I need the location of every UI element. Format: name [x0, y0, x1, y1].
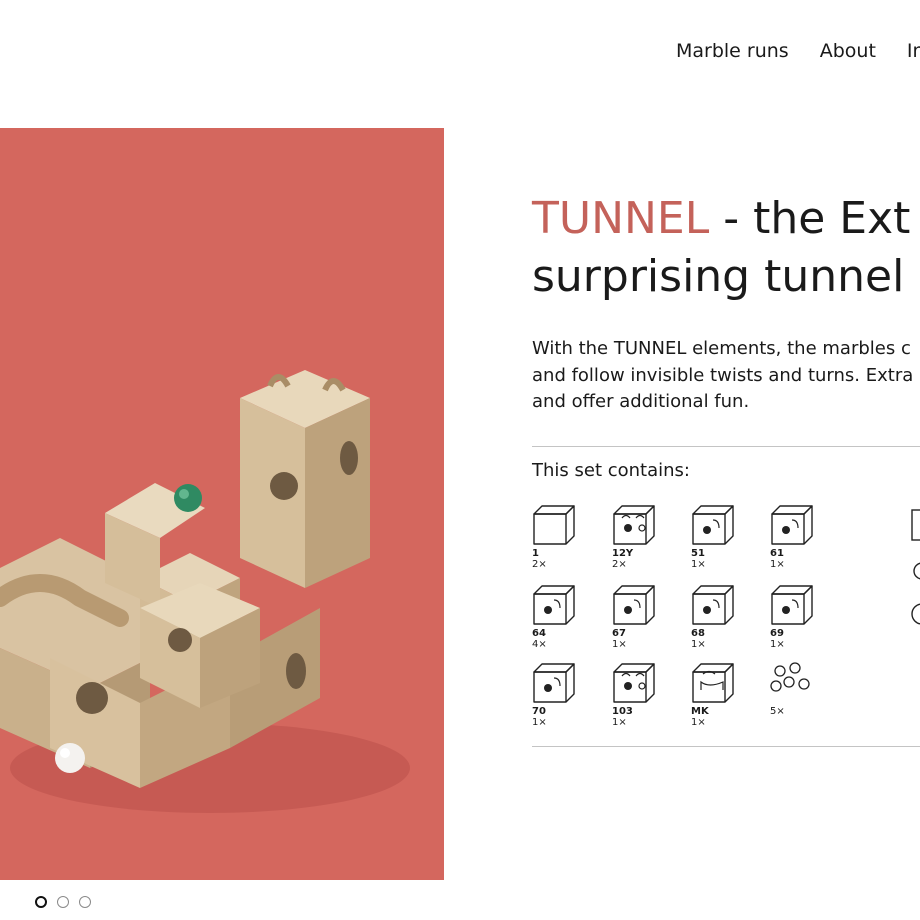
- product-description: With the TUNNEL elements, the marbles c a…: [532, 336, 913, 416]
- description-line-2: and follow invisible twists and turns. E…: [532, 364, 914, 386]
- piece-quantity: 1×: [770, 559, 785, 570]
- set-contents-heading: This set contains:: [532, 460, 690, 481]
- title-line1: - the Ext: [709, 193, 911, 244]
- tunnel-cube-icon: [691, 504, 751, 546]
- piece-quantity: 2×: [532, 559, 547, 570]
- piece-quantity: 1×: [612, 717, 627, 728]
- set-piece-69: 69 1×: [770, 584, 830, 650]
- piece-quantity: 4×: [532, 639, 547, 650]
- title-accent: TUNNEL: [532, 193, 710, 244]
- set-piece-61: 61 1×: [770, 504, 830, 570]
- tunnel-cube-icon: [770, 504, 830, 546]
- piece-quantity: 1×: [612, 639, 627, 650]
- main-nav: Marble runs About In: [676, 40, 920, 62]
- title-line2: surprising tunnel s: [532, 251, 920, 302]
- piece-quantity: 1×: [691, 639, 706, 650]
- piece-code: MK: [691, 706, 709, 717]
- junction-cube-icon: [612, 662, 672, 704]
- plain-cube-icon: [532, 504, 592, 546]
- piece-code: 64: [532, 628, 546, 639]
- piece-quantity: 1×: [691, 559, 706, 570]
- set-piece-70: 70 1×: [532, 662, 592, 728]
- partial-piece-icons: [911, 509, 920, 625]
- tunnel-cube-icon: [532, 584, 592, 626]
- nav-about[interactable]: About: [820, 40, 876, 62]
- set-piece-67: 67 1×: [612, 584, 672, 650]
- piece-quantity: 1×: [532, 717, 547, 728]
- piece-code: 103: [612, 706, 633, 717]
- piece-code: 12Y: [612, 548, 634, 559]
- set-piece-mk: MK 1×: [691, 662, 751, 728]
- marbles-icon: [770, 662, 830, 704]
- marble-run-illustration: [0, 370, 410, 813]
- description-line-3: and offer additional fun.: [532, 391, 750, 412]
- carousel-dots: [35, 896, 91, 908]
- set-piece-marbles: 5×: [770, 662, 830, 717]
- piece-code: 69: [770, 628, 784, 639]
- set-piece-68: 68 1×: [691, 584, 751, 650]
- carousel-dot-1[interactable]: [35, 896, 47, 908]
- description-line-1: With the TUNNEL elements, the marbles c: [532, 338, 911, 359]
- set-piece-103: 103 1×: [612, 662, 672, 728]
- curve-cube-icon: [691, 662, 751, 704]
- tunnel-cube-icon: [770, 584, 830, 626]
- tunnel-cube-icon: [532, 662, 592, 704]
- product-title: TUNNEL - the Ext surprising tunnel s: [532, 190, 920, 306]
- tunnel-cube-icon: [691, 584, 751, 626]
- nav-item-truncated[interactable]: In: [907, 40, 920, 62]
- divider-bottom: [532, 746, 920, 747]
- piece-quantity: 2×: [612, 559, 627, 570]
- set-piece-1: 1 2×: [532, 504, 592, 570]
- tunnel-cube-icon: [612, 584, 672, 626]
- piece-quantity: 1×: [770, 639, 785, 650]
- product-hero-image: [0, 128, 444, 880]
- set-piece-12y: 12Y 2×: [612, 504, 672, 570]
- piece-code: 61: [770, 548, 784, 559]
- piece-quantity: 5×: [770, 706, 785, 717]
- divider-top: [532, 446, 920, 447]
- piece-code: 51: [691, 548, 705, 559]
- piece-quantity: 1×: [691, 717, 706, 728]
- set-piece-51: 51 1×: [691, 504, 751, 570]
- nav-marble-runs[interactable]: Marble runs: [676, 40, 789, 62]
- piece-code: 1: [532, 548, 539, 559]
- carousel-dot-3[interactable]: [79, 896, 91, 908]
- piece-code: 68: [691, 628, 705, 639]
- piece-code: 67: [612, 628, 626, 639]
- piece-code: 70: [532, 706, 546, 717]
- junction-cube-icon: [612, 504, 672, 546]
- set-piece-64: 64 4×: [532, 584, 592, 650]
- carousel-dot-2[interactable]: [57, 896, 69, 908]
